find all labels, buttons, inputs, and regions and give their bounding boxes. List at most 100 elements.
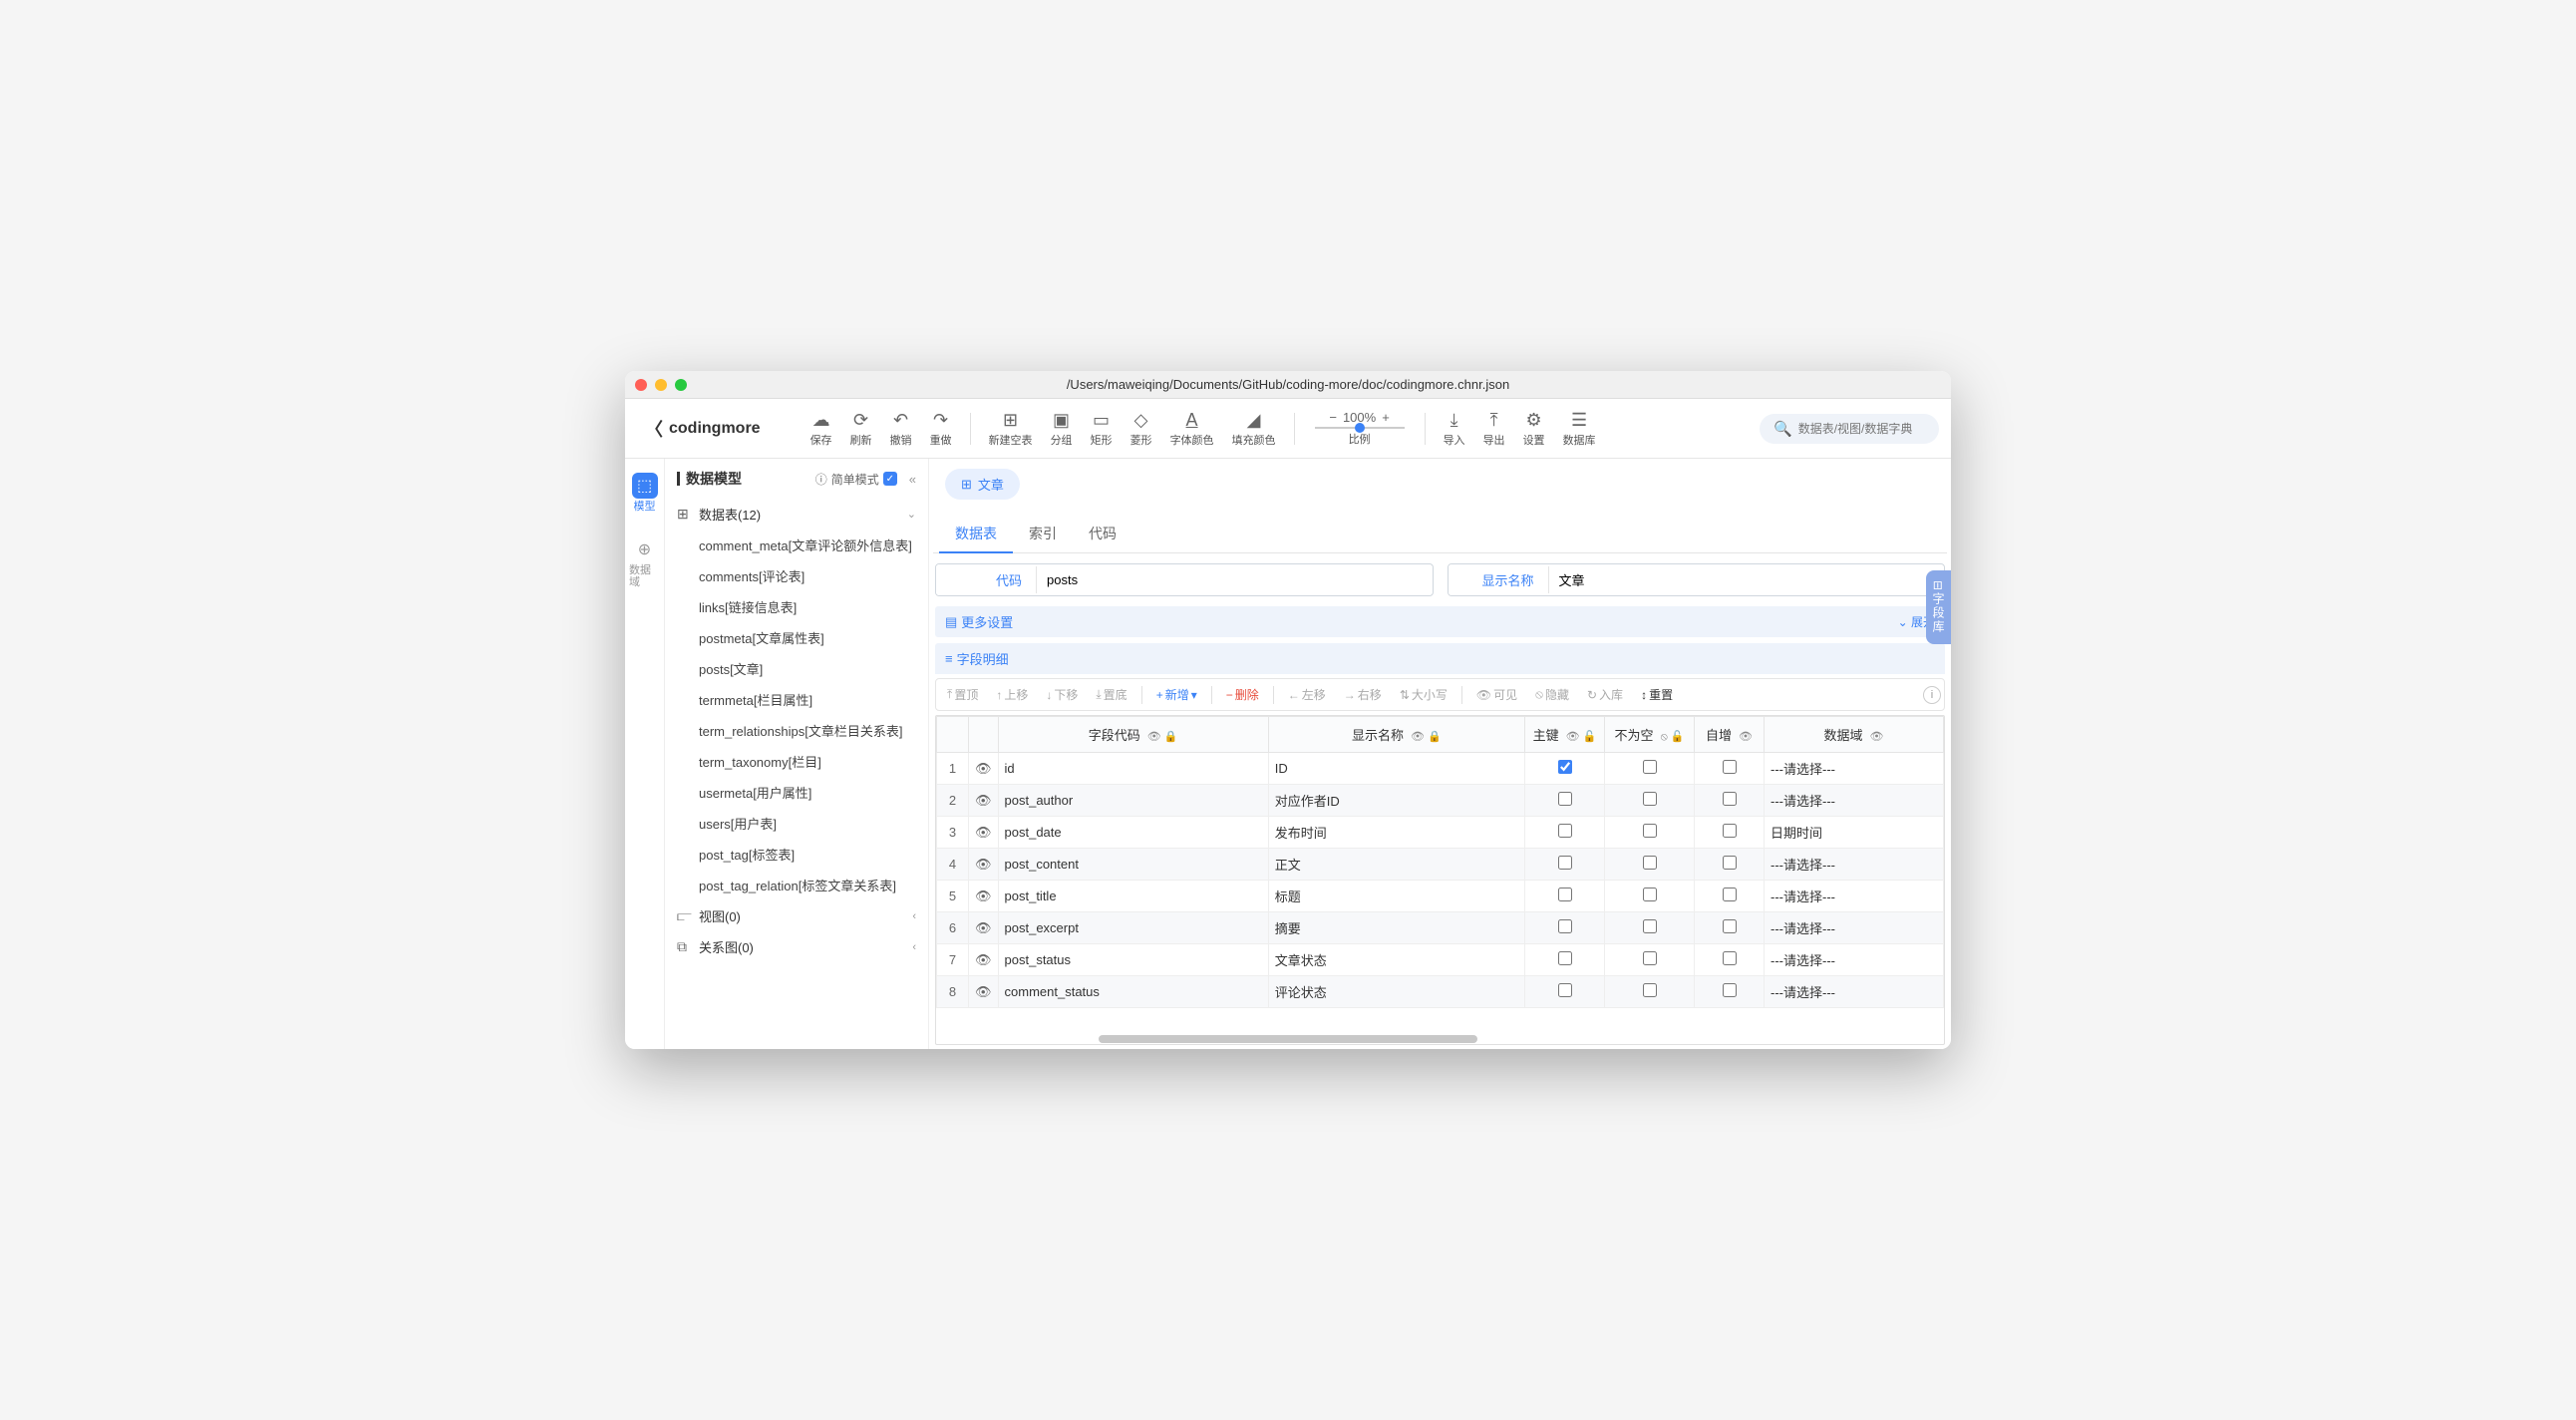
zoom-in-icon[interactable]: + (1382, 410, 1390, 425)
zoom-control[interactable]: − 100% + 比例 (1315, 410, 1405, 447)
cell-code[interactable]: id (998, 753, 1268, 785)
cell-domain[interactable]: ---请选择--- (1765, 849, 1944, 881)
btn-delete[interactable]: − 删除 (1218, 682, 1267, 707)
fill-color-button[interactable]: ◢填充颜色 (1224, 406, 1284, 452)
table-row[interactable]: 7👁post_status文章状态---请选择--- (937, 944, 1944, 976)
autoinc-checkbox[interactable] (1723, 792, 1737, 806)
btn-bottom[interactable]: ⤓ 置底 (1088, 682, 1134, 707)
sidebar-table-item[interactable]: post_tag[标签表] (669, 839, 924, 870)
autoinc-checkbox[interactable] (1723, 824, 1737, 838)
btn-up[interactable]: ↑ 上移 (988, 682, 1036, 707)
diamond-button[interactable]: ◇菱形 (1123, 406, 1160, 452)
cell-name[interactable]: 正文 (1268, 849, 1524, 881)
sidebar-table-item[interactable]: usermeta[用户属性] (669, 777, 924, 808)
cell-domain[interactable]: ---请选择--- (1765, 944, 1944, 976)
close-button[interactable] (635, 379, 647, 391)
sidebar-table-item[interactable]: post_tag_relation[标签文章关系表] (669, 870, 924, 900)
cell-code[interactable]: post_status (998, 944, 1268, 976)
import-button[interactable]: ⤓导入 (1436, 406, 1473, 452)
cell-code[interactable]: post_date (998, 817, 1268, 849)
more-settings-button[interactable]: ▤ 更多设置 (945, 612, 1013, 631)
pk-checkbox[interactable] (1558, 888, 1572, 901)
cell-domain[interactable]: ---请选择--- (1765, 881, 1944, 912)
zoom-out-icon[interactable]: − (1329, 410, 1337, 425)
autoinc-checkbox[interactable] (1723, 983, 1737, 997)
table-row[interactable]: 2👁post_author对应作者ID---请选择--- (937, 785, 1944, 817)
notnull-checkbox[interactable] (1643, 951, 1657, 965)
btn-hidden[interactable]: ⦸ 隐藏 (1527, 682, 1577, 707)
subtab-data[interactable]: 数据表 (939, 516, 1013, 553)
btn-visible[interactable]: 👁 可见 (1468, 682, 1525, 707)
cell-code[interactable]: post_excerpt (998, 912, 1268, 944)
sidebar-table-item[interactable]: term_taxonomy[栏目] (669, 746, 924, 777)
pk-checkbox[interactable] (1558, 792, 1572, 806)
btn-top[interactable]: ⤒ 置顶 (939, 682, 986, 707)
pk-checkbox[interactable] (1558, 824, 1572, 838)
sidebar-table-item[interactable]: users[用户表] (669, 808, 924, 839)
autoinc-checkbox[interactable] (1723, 888, 1737, 901)
btn-left[interactable]: ← 左移 (1280, 682, 1334, 707)
maximize-button[interactable] (675, 379, 687, 391)
pk-checkbox[interactable] (1558, 919, 1572, 933)
btn-add[interactable]: + 新增 ▾ (1148, 682, 1205, 707)
rect-button[interactable]: ▭矩形 (1083, 406, 1121, 452)
sidebar-table-item[interactable]: comments[评论表] (669, 560, 924, 591)
cell-code[interactable]: post_title (998, 881, 1268, 912)
eye-icon[interactable]: 👁 (969, 753, 999, 785)
font-color-button[interactable]: A字体颜色 (1162, 406, 1222, 452)
autoinc-checkbox[interactable] (1723, 919, 1737, 933)
active-tab[interactable]: ⊞ 文章 (945, 469, 1020, 500)
sidebar-table-item[interactable]: postmeta[文章属性表] (669, 622, 924, 653)
code-input[interactable] (1036, 566, 1433, 593)
subtab-code[interactable]: 代码 (1073, 516, 1132, 552)
rail-domain[interactable]: ⊕ 数据域 (625, 531, 664, 594)
eye-icon[interactable]: 👁 (969, 881, 999, 912)
new-table-button[interactable]: ⊞新建空表 (981, 406, 1041, 452)
search-input[interactable] (1798, 422, 1925, 436)
notnull-checkbox[interactable] (1643, 888, 1657, 901)
autoinc-checkbox[interactable] (1723, 856, 1737, 870)
zoom-slider[interactable] (1315, 427, 1405, 429)
cell-name[interactable]: ID (1268, 753, 1524, 785)
pk-checkbox[interactable] (1558, 983, 1572, 997)
undo-button[interactable]: ↶撤销 (882, 406, 920, 452)
eye-icon[interactable]: 👁 (969, 817, 999, 849)
cell-name[interactable]: 对应作者ID (1268, 785, 1524, 817)
back-button[interactable]: 〈 codingmore (637, 412, 769, 446)
minimize-button[interactable] (655, 379, 667, 391)
cell-name[interactable]: 标题 (1268, 881, 1524, 912)
autoinc-checkbox[interactable] (1723, 760, 1737, 774)
sidebar-table-item[interactable]: comment_meta[文章评论额外信息表] (669, 530, 924, 560)
subtab-index[interactable]: 索引 (1013, 516, 1073, 552)
eye-icon[interactable]: 👁 (969, 944, 999, 976)
cell-domain[interactable]: 日期时间 (1765, 817, 1944, 849)
name-input[interactable] (1548, 566, 1945, 593)
btn-right[interactable]: → 右移 (1336, 682, 1390, 707)
sidebar-table-item[interactable]: posts[文章] (669, 653, 924, 684)
notnull-checkbox[interactable] (1643, 824, 1657, 838)
eye-icon[interactable]: 👁 (969, 849, 999, 881)
info-button[interactable]: i (1923, 686, 1941, 704)
sidebar-table-item[interactable]: term_relationships[文章栏目关系表] (669, 715, 924, 746)
group-button[interactable]: ▣分组 (1043, 406, 1081, 452)
btn-case[interactable]: ⇅ 大小写 (1392, 682, 1455, 707)
btn-tostore[interactable]: ↻ 入库 (1579, 682, 1631, 707)
group-tables[interactable]: ⊞ 数据表(12) ⌄ (669, 499, 924, 530)
pk-checkbox[interactable] (1558, 760, 1572, 774)
cell-domain[interactable]: ---请选择--- (1765, 976, 1944, 1008)
table-row[interactable]: 6👁post_excerpt摘要---请选择--- (937, 912, 1944, 944)
cell-code[interactable]: comment_status (998, 976, 1268, 1008)
notnull-checkbox[interactable] (1643, 856, 1657, 870)
cell-domain[interactable]: ---请选择--- (1765, 785, 1944, 817)
table-row[interactable]: 3👁post_date发布时间日期时间 (937, 817, 1944, 849)
pk-checkbox[interactable] (1558, 951, 1572, 965)
eye-icon[interactable]: 👁 (969, 976, 999, 1008)
horizontal-scrollbar[interactable] (1099, 1035, 1477, 1043)
sidebar-table-item[interactable]: links[链接信息表] (669, 591, 924, 622)
table-row[interactable]: 4👁post_content正文---请选择--- (937, 849, 1944, 881)
field-library-button[interactable]: ⊟字段库 (1926, 570, 1951, 644)
settings-button[interactable]: ⚙设置 (1515, 406, 1553, 452)
database-button[interactable]: ☰数据库 (1555, 406, 1604, 452)
cell-domain[interactable]: ---请选择--- (1765, 753, 1944, 785)
eye-icon[interactable]: 👁 (969, 785, 999, 817)
